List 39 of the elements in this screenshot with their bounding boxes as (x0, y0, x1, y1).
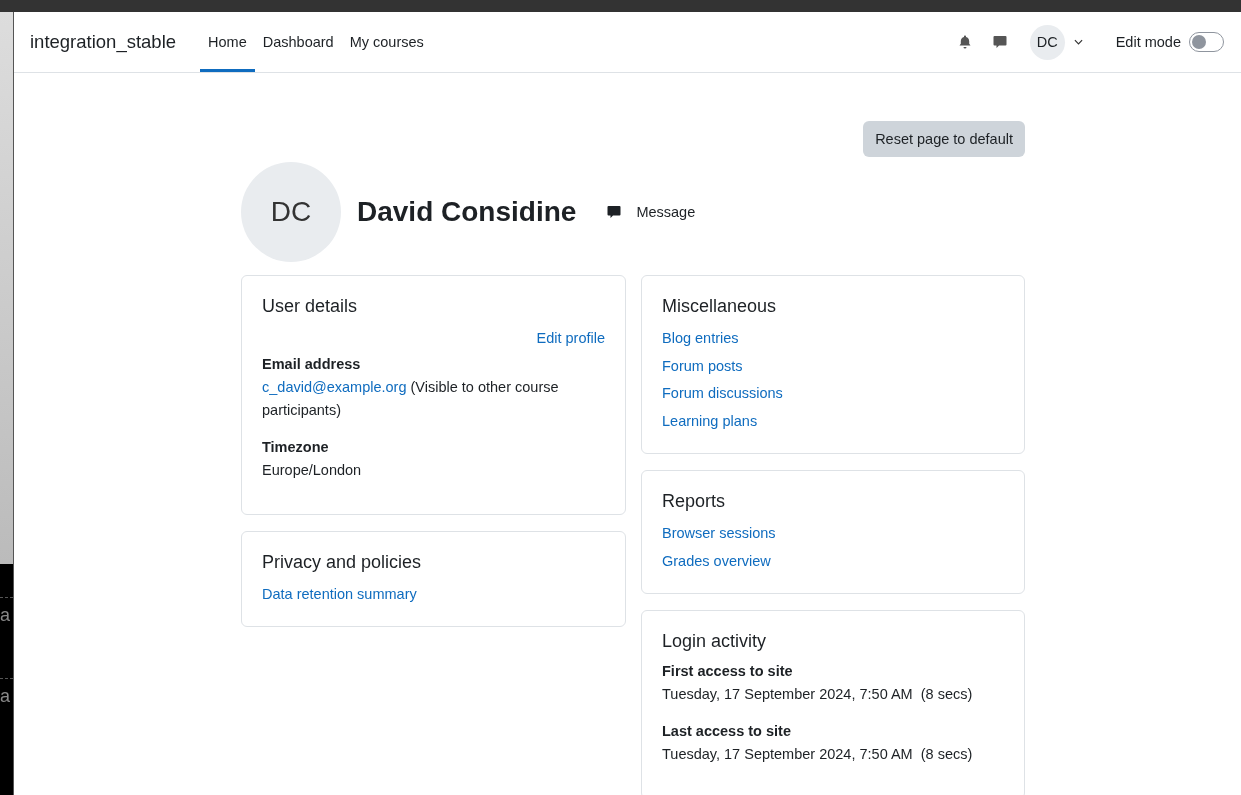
site-name[interactable]: integration_stable (30, 31, 177, 53)
email-link[interactable]: c_david@example.org (262, 378, 407, 395)
field-label: First access to site (662, 662, 794, 681)
nav-link[interactable]: My courses (341, 15, 432, 72)
nav-link[interactable]: Dashboard (254, 15, 342, 72)
card-title: Miscellaneous (662, 296, 777, 317)
field-value: Tuesday, 17 September 2024, 7:50 AM (8 secs) (662, 745, 973, 764)
field-label: Last access to site (662, 722, 792, 741)
field-value: Europe/London (262, 460, 362, 480)
user-avatar[interactable]: DC (1029, 24, 1065, 60)
card-link[interactable]: Data retention summary (262, 580, 417, 608)
message-link[interactable]: Message (606, 204, 696, 220)
edit-mode-label: Edit mode (1115, 34, 1181, 50)
user-name: David Considine (357, 196, 577, 228)
card-link[interactable]: Forum discussions (662, 380, 783, 408)
card-link[interactable]: Blog entries (662, 325, 739, 353)
background-window-text: a (0, 687, 11, 708)
card-link[interactable]: Learning plans (662, 407, 758, 435)
field-label: Timezone (262, 437, 330, 457)
chat-bubble-icon[interactable] (991, 34, 1008, 50)
edit-profile-link[interactable]: Edit profile (536, 325, 605, 353)
nav-link[interactable]: Home (200, 15, 255, 72)
card-title: Reports (662, 491, 726, 512)
card-link[interactable]: Browser sessions (662, 520, 776, 548)
notification-bell-icon[interactable] (956, 34, 973, 50)
reset-page-button[interactable]: Reset page to default (863, 121, 1025, 157)
edit-mode-toggle[interactable] (1189, 32, 1224, 52)
caret-icon[interactable] (1073, 39, 1083, 45)
field-label: Email address (262, 354, 362, 374)
field-value: c_david@example.org (Visible to other course participants) (262, 377, 560, 420)
card-link[interactable]: Forum posts (662, 352, 743, 380)
card-title: User details (262, 296, 358, 317)
background-window-text: a (0, 606, 11, 627)
user-avatar: DC (241, 162, 341, 262)
card-title: Privacy and policies (262, 551, 422, 573)
card-link[interactable]: Grades overview (662, 547, 771, 575)
chat-bubble-icon (606, 204, 623, 220)
card-title: Login activity (662, 631, 767, 652)
field-value: Tuesday, 17 September 2024, 7:50 AM (8 secs) (662, 685, 973, 704)
